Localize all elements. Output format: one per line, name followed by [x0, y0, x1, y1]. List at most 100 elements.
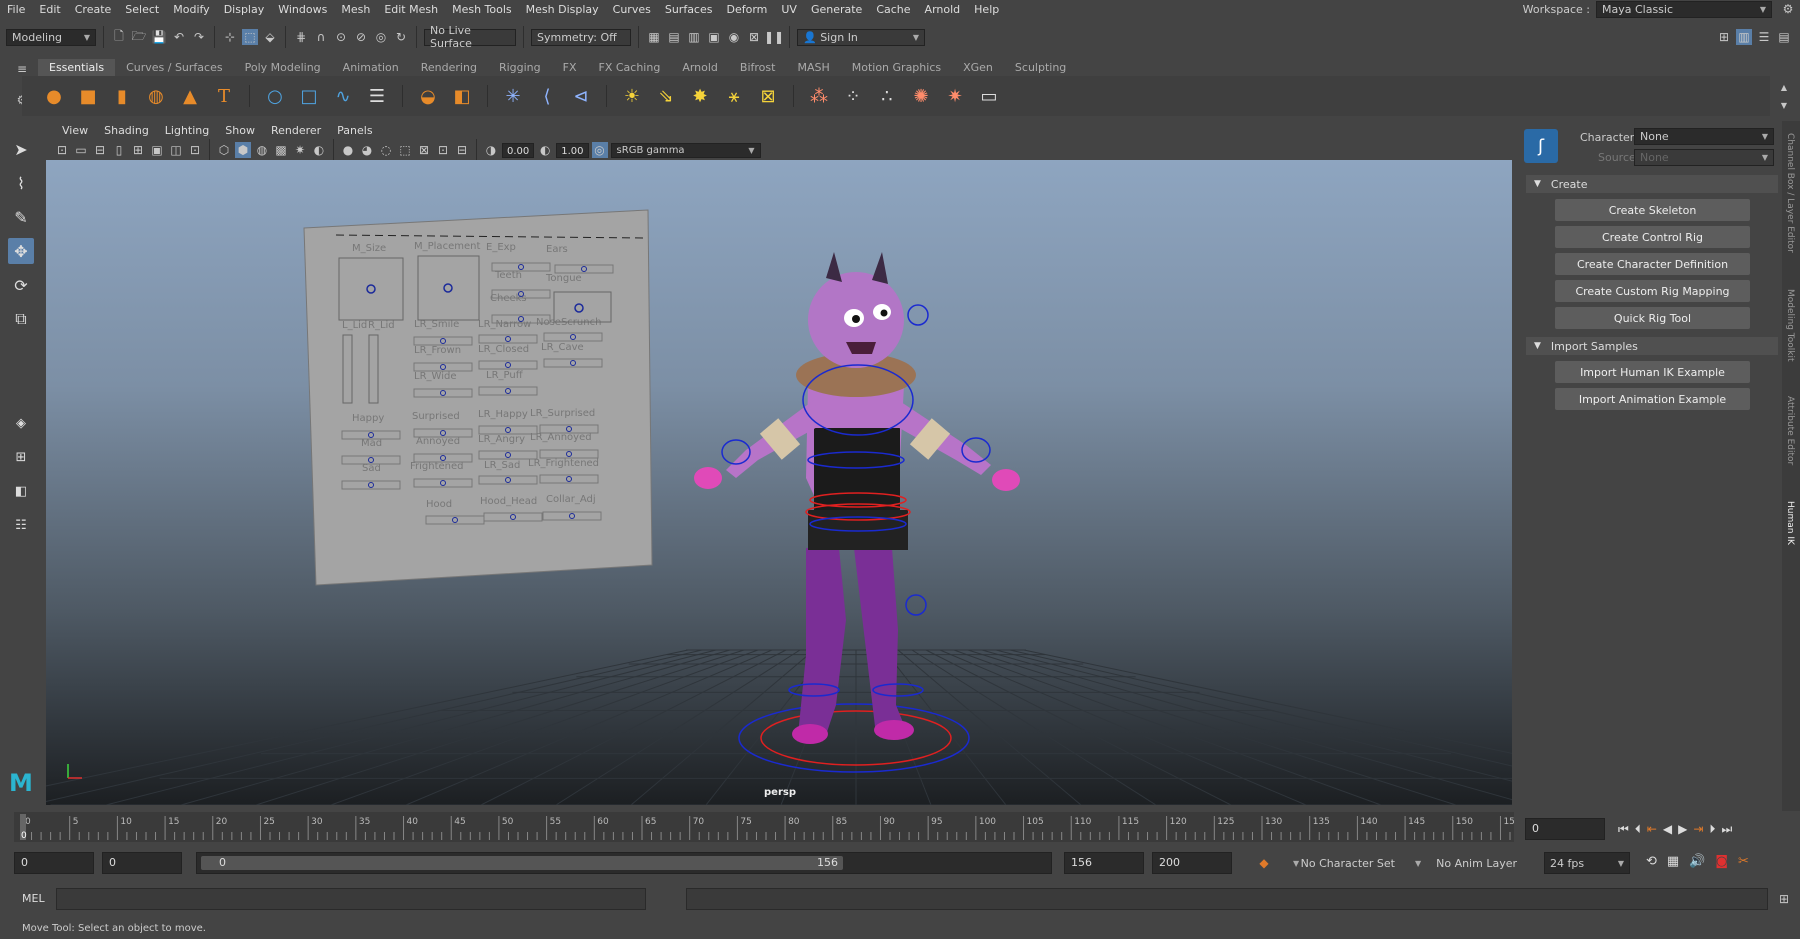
gamma-icon[interactable]: ◐: [537, 142, 553, 158]
snap-live-icon[interactable]: ↻: [393, 29, 409, 45]
exposure-field[interactable]: 0.00: [502, 142, 535, 158]
xray-joints-icon[interactable]: ⊡: [435, 142, 451, 158]
step-forward-key-icon[interactable]: ⏵: [1709, 822, 1715, 837]
poly-sphere-icon[interactable]: ●: [42, 84, 66, 108]
xray-active-icon[interactable]: ⊟: [454, 142, 470, 158]
quick-rig-tool-button[interactable]: Quick Rig Tool: [1555, 307, 1750, 329]
menu-windows[interactable]: Windows: [271, 3, 334, 16]
settings-gear-icon[interactable]: ⚙: [1780, 1, 1796, 17]
single-view-icon[interactable]: ◈: [8, 410, 34, 436]
area-light-icon[interactable]: ⊠: [756, 84, 780, 108]
menu-generate[interactable]: Generate: [804, 3, 869, 16]
step-forward-frame-icon[interactable]: ⇥: [1693, 822, 1703, 836]
hair-icon[interactable]: ✷: [943, 84, 967, 108]
particles-icon[interactable]: ⁘: [841, 84, 865, 108]
redo-icon[interactable]: ↷: [191, 29, 207, 45]
shelf-tab-sculpting[interactable]: Sculpting: [1004, 59, 1077, 76]
play-forwards-icon[interactable]: ▶: [1678, 822, 1687, 836]
poly-cube-icon[interactable]: ■: [76, 84, 100, 108]
step-back-frame-icon[interactable]: ⇤: [1647, 822, 1657, 836]
open-scene-icon[interactable]: 🗁: [131, 29, 147, 45]
snap-curve-icon[interactable]: ∩: [313, 29, 329, 45]
bind-skin-icon[interactable]: ⊲: [569, 84, 593, 108]
scene-end-field[interactable]: 200: [1152, 852, 1232, 874]
select-object-icon[interactable]: ⬚: [242, 29, 258, 45]
spot-light-icon[interactable]: ⚹: [722, 84, 746, 108]
directional-light-icon[interactable]: ⇘: [654, 84, 678, 108]
symmetry-dropdown[interactable]: Symmetry: Off: [531, 28, 631, 46]
menu-mesh-display[interactable]: Mesh Display: [519, 3, 606, 16]
channel-box-toggle-icon[interactable]: ▤: [1776, 29, 1792, 45]
character-model[interactable]: [694, 252, 1020, 773]
create-control-rig-button[interactable]: Create Control Rig: [1555, 226, 1750, 248]
time-slider-ruler[interactable]: 0 5 10 15 20 25 30 35 40 45 50 55 60 65 70 75 80 85 90 95 10…: [14, 812, 1521, 842]
ambient-light-icon[interactable]: ✸: [688, 84, 712, 108]
nparticles-icon[interactable]: ∴: [875, 84, 899, 108]
viewport-menu-lighting[interactable]: Lighting: [157, 124, 217, 137]
poly-torus-icon[interactable]: ◍: [144, 84, 168, 108]
render-frame-icon[interactable]: ▭: [977, 84, 1001, 108]
arnold-render-icon[interactable]: ⊠: [746, 29, 762, 45]
render-current-icon[interactable]: ▤: [666, 29, 682, 45]
menu-select[interactable]: Select: [118, 3, 166, 16]
gamma-field[interactable]: 1.00: [556, 142, 589, 158]
uv-cubes-icon[interactable]: ◧: [450, 84, 474, 108]
render-settings-icon[interactable]: ▣: [706, 29, 722, 45]
uv-sphere-icon[interactable]: ◒: [416, 84, 440, 108]
shelf-tab-bifrost[interactable]: Bifrost: [729, 59, 787, 76]
tab-human-ik[interactable]: Human IK: [1785, 501, 1795, 545]
workspace-dropdown[interactable]: Maya Classic ▼: [1596, 0, 1772, 18]
shelf-tab-motion-graphics[interactable]: Motion Graphics: [841, 59, 952, 76]
shadows-icon[interactable]: ◐: [311, 142, 327, 158]
menu-file[interactable]: File: [0, 3, 32, 16]
exposure-icon[interactable]: ◑: [483, 142, 499, 158]
attribute-editor-toggle-icon[interactable]: ▥: [1736, 29, 1752, 45]
create-custom-rig-mapping-button[interactable]: Create Custom Rig Mapping: [1555, 280, 1750, 302]
script-editor-icon[interactable]: ⊞: [1776, 891, 1792, 907]
sign-in-dropdown[interactable]: 👤 Sign In ▼: [797, 28, 925, 46]
viewport-menu-panels[interactable]: Panels: [329, 124, 380, 137]
shelf-tab-rendering[interactable]: Rendering: [410, 59, 488, 76]
color-management-icon[interactable]: ◎: [591, 142, 608, 158]
wireframe-on-shaded-icon[interactable]: ◍: [254, 142, 270, 158]
menu-edit[interactable]: Edit: [32, 3, 67, 16]
grid-toggle-icon[interactable]: ⊞: [130, 142, 146, 158]
curve-list-icon[interactable]: ☰: [365, 84, 389, 108]
paint-select-tool-icon[interactable]: ✎: [8, 204, 34, 230]
ipr-render-icon[interactable]: ▥: [686, 29, 702, 45]
hypershade-icon[interactable]: ◉: [726, 29, 742, 45]
menu-mesh[interactable]: Mesh: [334, 3, 377, 16]
step-back-key-icon[interactable]: ⏴: [1635, 822, 1641, 837]
shelf-tab-fx[interactable]: FX: [552, 59, 588, 76]
shelf-tab-poly-modeling[interactable]: Poly Modeling: [234, 59, 332, 76]
joint-tool-icon[interactable]: ✳: [501, 84, 525, 108]
nurbs-circle-icon[interactable]: ○: [263, 84, 287, 108]
character-set-dropdown[interactable]: ▼ No Character Set: [1288, 852, 1400, 874]
undo-icon[interactable]: ↶: [171, 29, 187, 45]
modeling-toolkit-toggle-icon[interactable]: ⊞: [1716, 29, 1732, 45]
time-slider[interactable]: 0 5 10 15 20 25 30 35 40 45 50 55 60 65 70 75 80 85 90 95 10…: [14, 812, 1521, 842]
poly-cone-icon[interactable]: ▲: [178, 84, 202, 108]
shelf-tab-xgen[interactable]: XGen: [952, 59, 1004, 76]
import-human-ik-example-button[interactable]: Import Human IK Example: [1555, 361, 1750, 383]
source-dropdown[interactable]: None ▼: [1634, 149, 1774, 166]
go-to-end-icon[interactable]: ⏭: [1721, 822, 1732, 837]
range-slider[interactable]: 0 156: [196, 852, 1052, 874]
tab-attribute-editor[interactable]: Attribute Editor: [1785, 396, 1795, 465]
ambient-occlusion-icon[interactable]: ●: [340, 142, 356, 158]
menu-cache[interactable]: Cache: [869, 3, 917, 16]
snap-view-icon[interactable]: ⊘: [353, 29, 369, 45]
move-tool-icon[interactable]: ✥: [8, 238, 34, 264]
xray-icon[interactable]: ⊠: [416, 142, 432, 158]
menu-surfaces[interactable]: Surfaces: [658, 3, 720, 16]
select-component-icon[interactable]: ⬙: [262, 29, 278, 45]
menuset-dropdown[interactable]: Modeling ▼: [6, 28, 96, 46]
menu-uv[interactable]: UV: [774, 3, 804, 16]
shelf-tab-mash[interactable]: MASH: [786, 59, 840, 76]
face-controls-board[interactable]: M_Size M_Placement E_Exp EarsTeeth TongueChe…: [303, 209, 653, 586]
motion-blur-icon[interactable]: ◕: [359, 142, 375, 158]
menu-modify[interactable]: Modify: [166, 3, 216, 16]
snap-point-icon[interactable]: ⊙: [333, 29, 349, 45]
shelf-tab-animation[interactable]: Animation: [332, 59, 410, 76]
shelf-scroll-down-icon[interactable]: ▼: [1776, 97, 1792, 113]
